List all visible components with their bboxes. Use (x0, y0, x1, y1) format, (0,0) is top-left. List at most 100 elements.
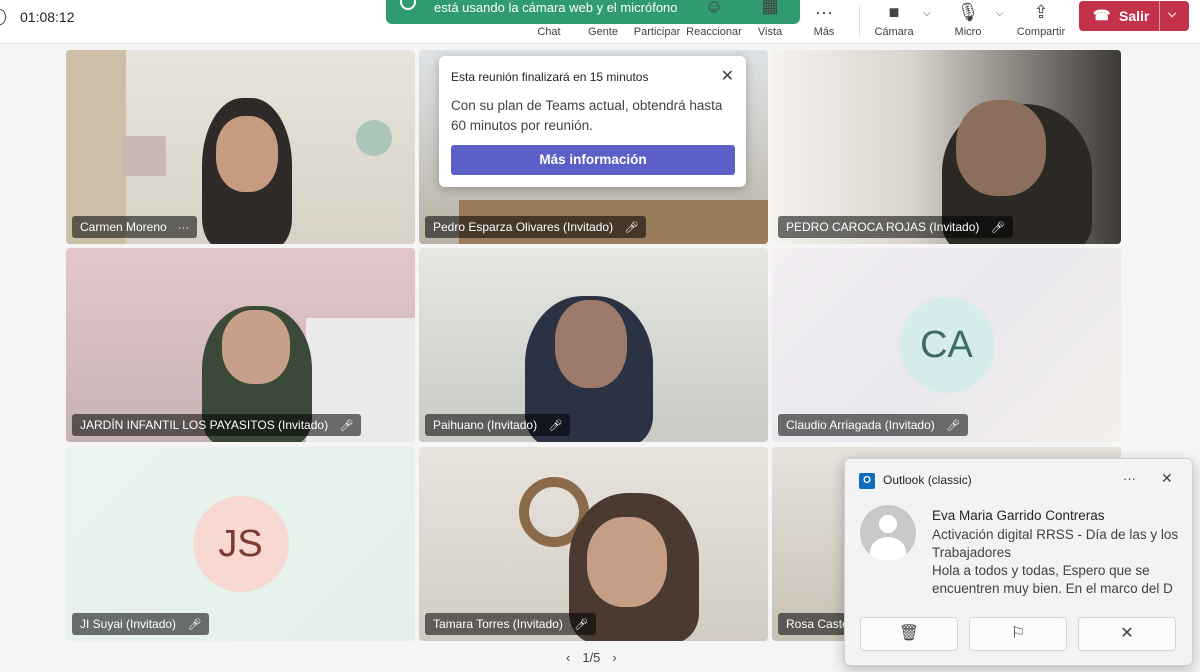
outlook-notification-toast[interactable]: O Outlook (classic) ··· ✕ Eva Maria Garr… (844, 458, 1193, 666)
more-label: Más (813, 26, 835, 38)
participant-video (555, 300, 627, 388)
mic-muted-icon: 🎤︎ (574, 619, 589, 631)
video-background (356, 120, 392, 156)
sender-avatar (860, 505, 916, 561)
close-icon[interactable]: ✕ (1161, 470, 1173, 487)
more-icon: ··· (815, 2, 833, 22)
previous-page-chevron-icon[interactable]: ‹ (566, 650, 570, 665)
shield-icon (0, 9, 6, 25)
participant-nameplate: Paihuano (Invitado) 🎤︎ (425, 414, 571, 436)
outlook-icon: O (859, 473, 875, 489)
leave-label: Salir (1119, 8, 1150, 24)
phone-hangup-icon: ☎ (1093, 7, 1111, 23)
video-background (122, 136, 166, 176)
leave-button[interactable]: ☎ Salir ⌵ (1079, 1, 1189, 31)
participate-label: Participar (633, 26, 681, 38)
tile-pager: ‹ 1/5 › (560, 650, 623, 665)
participant-video (956, 100, 1046, 196)
more-info-button[interactable]: Más información (451, 145, 735, 175)
participant-tile[interactable]: Tamara Torres (Invitado) 🎤︎ (419, 447, 768, 641)
participant-nameplate: JARDÍN INFANTIL LOS PAYASITOS (Invitado)… (72, 414, 362, 436)
view-label: Vista (757, 26, 783, 38)
view-button[interactable]: ▦ Vista (748, 0, 792, 44)
participant-nameplate: PEDRO CAROCA ROJAS (Invitado) 🎤︎ (778, 216, 1013, 238)
notice-body: Con su plan de Teams actual, obtendrá ha… (451, 98, 723, 133)
participant-name: Pedro Esparza Olivares (Invitado) (433, 220, 614, 234)
leave-divider (1159, 1, 1160, 31)
share-label: Compartir (1016, 26, 1066, 38)
participant-name: JI Suyai (Invitado) (80, 617, 177, 631)
mic-muted-icon: 🎤︎ (548, 420, 563, 432)
toast-more-icon[interactable]: ··· (1123, 471, 1136, 486)
flag-icon: ⚐ (1010, 625, 1026, 642)
check-icon (400, 0, 416, 10)
share-button[interactable]: ⇪ Compartir (1014, 0, 1068, 44)
camera-options-chevron-icon[interactable]: ⌵ (923, 8, 931, 19)
participant-nameplate: Claudio Arriagada (Invitado) 🎤︎ (778, 414, 969, 436)
mic-muted-icon: 🎤︎ (187, 619, 202, 631)
toast-sender: Eva Maria Garrido Contreras (932, 508, 1105, 523)
camera-button[interactable]: ■ Cámara (872, 0, 916, 44)
people-label: Gente (588, 26, 618, 38)
toast-app-name: Outlook (classic) (883, 473, 972, 487)
participant-tile[interactable]: JS JI Suyai (Invitado) 🎤︎ (66, 447, 415, 641)
participant-video (587, 517, 667, 607)
participant-tile[interactable]: CA Claudio Arriagada (Invitado) 🎤︎ (772, 248, 1121, 442)
grid-icon: ▦ (761, 0, 779, 16)
camera-label: Cámara (874, 26, 914, 38)
mic-label: Micro (954, 26, 982, 38)
video-background (66, 50, 126, 244)
participant-tile[interactable]: PEDRO CAROCA ROJAS (Invitado) 🎤︎ (772, 50, 1121, 244)
chat-label: Chat (537, 26, 561, 38)
teams-meeting-window: 01:08:12 está usando la cámara web y el … (0, 0, 1200, 672)
delete-button[interactable]: 🗑 (860, 617, 958, 651)
toolbar-divider (859, 6, 860, 36)
participant-video (222, 310, 290, 384)
camera-icon: ■ (888, 2, 900, 22)
react-label: Reaccionar (686, 26, 742, 38)
mic-muted-icon: 🎤︎ (339, 420, 354, 432)
toast-subject: Activación digital RRSS - Día de las y l… (932, 527, 1179, 560)
close-icon: ✕ (1120, 625, 1134, 642)
participant-name: Carmen Moreno (80, 220, 167, 234)
participant-nameplate: Tamara Torres (Invitado) 🎤︎ (425, 613, 597, 635)
participant-name: PEDRO CAROCA ROJAS (Invitado) (786, 220, 980, 234)
notice-title: Esta reunión finalizará en 15 minutos (451, 70, 649, 84)
chat-button[interactable]: Chat (524, 0, 574, 44)
participant-name: Tamara Torres (Invitado) (433, 617, 563, 631)
more-options-icon[interactable]: ··· (178, 217, 189, 239)
flag-button[interactable]: ⚐ (969, 617, 1067, 651)
participant-tile[interactable]: JARDÍN INFANTIL LOS PAYASITOS (Invitado)… (66, 248, 415, 442)
leave-options-chevron-icon[interactable]: ⌵ (1168, 8, 1176, 21)
participant-name: Paihuano (Invitado) (433, 418, 538, 432)
person-icon (870, 537, 906, 561)
trash-icon: 🗑 (898, 625, 920, 642)
meeting-toolbar: 01:08:12 está usando la cámara web y el … (0, 0, 1200, 44)
more-button[interactable]: ··· Más (804, 0, 844, 44)
participant-name: JARDÍN INFANTIL LOS PAYASITOS (Invitado) (80, 418, 329, 432)
meeting-end-notice: Esta reunión finalizará en 15 minutos ✕ … (439, 56, 746, 187)
participant-nameplate: Carmen Moreno ··· (72, 216, 198, 239)
mic-button[interactable]: 🎙 Micro (948, 0, 988, 44)
toast-preview: Hola a todos y todas, Espero que se encu… (932, 563, 1173, 596)
share-icon: ⇪ (1033, 2, 1049, 22)
person-icon (879, 515, 897, 533)
participant-tile[interactable]: Paihuano (Invitado) 🎤︎ (419, 248, 768, 442)
close-icon[interactable]: ✕ (721, 66, 734, 86)
dismiss-button[interactable]: ✕ (1078, 617, 1176, 651)
mic-options-chevron-icon[interactable]: ⌵ (996, 8, 1004, 19)
avatar: JS (192, 496, 289, 592)
participant-name: Claudio Arriagada (Invitado) (786, 418, 935, 432)
participant-tile[interactable]: Carmen Moreno ··· (66, 50, 415, 244)
mic-muted-icon: 🎤︎ (990, 222, 1005, 234)
page-indicator: 1/5 (582, 650, 601, 665)
react-button[interactable]: ☺ Reaccionar (686, 0, 742, 44)
mic-icon: 🎙 (956, 2, 980, 22)
next-page-chevron-icon[interactable]: › (612, 650, 616, 665)
avatar: CA (898, 297, 995, 393)
participate-button[interactable]: Participar (630, 0, 684, 44)
mic-muted-icon: 🎤︎ (624, 222, 639, 234)
meeting-timer: 01:08:12 (20, 9, 75, 25)
people-button[interactable]: Gente (580, 0, 626, 44)
participant-nameplate: JI Suyai (Invitado) 🎤︎ (72, 613, 210, 635)
